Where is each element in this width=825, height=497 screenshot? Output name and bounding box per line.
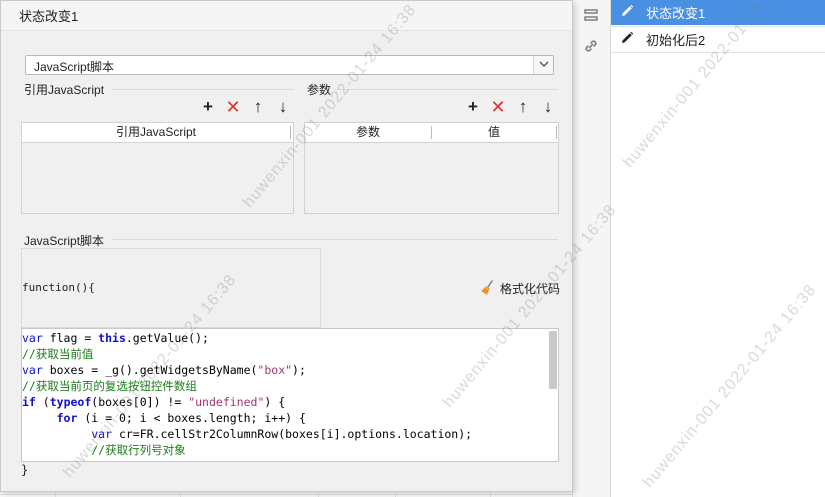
delete-icon[interactable]: ✕	[224, 98, 242, 116]
ref-js-label: 引用JavaScript	[24, 83, 105, 97]
params-table[interactable]: 参数 值	[304, 122, 559, 214]
move-down-icon[interactable]: ↓	[274, 98, 292, 116]
side-toolbar	[572, 0, 610, 497]
function-close: }	[21, 463, 29, 477]
event-label: 状态改变1	[646, 6, 706, 21]
divider	[111, 239, 558, 240]
edit-icon	[611, 3, 643, 22]
event-edit-dialog: 状态改变1 JavaScript脚本 引用JavaScript + ✕ ↑ ↓ …	[0, 0, 573, 492]
edit-icon	[611, 30, 643, 49]
link-icon[interactable]	[582, 38, 600, 56]
column-header: 引用JavaScript	[115, 125, 197, 139]
column-separator	[556, 126, 557, 139]
event-item[interactable]: 状态改变1	[611, 0, 825, 25]
column-header: 参数	[355, 125, 380, 139]
code-line: _g().setCellValue(0,cr.col,cr.row,flag);	[22, 458, 368, 461]
add-param-icon[interactable]: +	[464, 98, 482, 116]
move-down-icon[interactable]: ↓	[539, 98, 557, 116]
code-line: if (typeof(boxes[0]) != "undefined") {	[22, 395, 286, 409]
format-code-label: 格式化代码	[500, 281, 561, 296]
move-up-icon[interactable]: ↑	[249, 98, 267, 116]
delete-param-icon[interactable]: ✕	[489, 98, 507, 116]
code-line: var boxes = _g().getWidgetsByName("box")…	[22, 363, 306, 377]
events-panel: 状态改变1 初始化后2	[610, 0, 825, 497]
chevron-down-icon[interactable]	[533, 56, 553, 74]
function-open: function(){	[22, 281, 95, 294]
dialog-title: 状态改变1	[1, 1, 572, 31]
broom-icon	[479, 279, 497, 297]
column-separator	[290, 126, 291, 139]
code-line: //获取行列号对象	[91, 443, 186, 457]
add-icon[interactable]: +	[199, 98, 217, 116]
code-line: var cr=FR.cellStr2ColumnRow(boxes[i].opt…	[91, 427, 473, 441]
code-line: for (i = 0; i < boxes.length; i++) {	[56, 411, 306, 425]
ref-js-table[interactable]: 引用JavaScript	[21, 122, 294, 214]
column-header: 值	[487, 125, 500, 139]
script-type-select[interactable]: JavaScript脚本	[25, 55, 554, 75]
event-label: 初始化后2	[646, 33, 706, 48]
grid-line	[0, 494, 610, 495]
code-scrollbar[interactable]	[549, 331, 557, 389]
script-type-value: JavaScript脚本	[34, 60, 115, 74]
code-line: //获取当前页的复选按钮控件数组	[22, 379, 197, 393]
table-header: 参数 值	[305, 123, 558, 143]
divider	[111, 89, 294, 90]
code-editor[interactable]: var flag = this.getValue(); //获取当前值 var bo…	[21, 328, 559, 462]
table-header: 引用JavaScript	[22, 123, 293, 143]
move-up-icon[interactable]: ↑	[514, 98, 532, 116]
divider	[335, 89, 558, 90]
event-item[interactable]: 初始化后2	[611, 27, 825, 52]
divider	[611, 52, 825, 53]
params-label: 参数	[307, 83, 332, 97]
script-label: JavaScript脚本	[24, 234, 105, 248]
code-line: var flag = this.getValue();	[22, 331, 209, 345]
layout-icon[interactable]	[582, 7, 600, 25]
format-code-button[interactable]: 格式化代码	[479, 279, 560, 297]
code-line: //获取当前值	[22, 347, 94, 361]
